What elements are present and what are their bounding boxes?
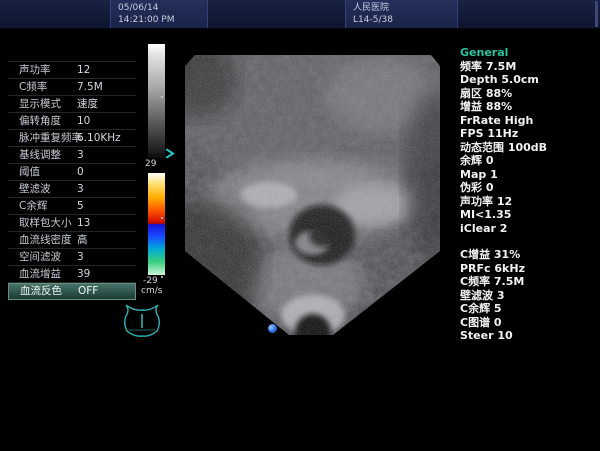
grayscale-bar	[148, 44, 165, 158]
param-row-steer-angle[interactable]: 偏转角度 10	[8, 113, 136, 130]
param-row-acoustic-power[interactable]: 声功率 12	[8, 61, 136, 79]
setting-frame-rate: FrRate High	[460, 114, 598, 128]
param-label: C频率	[19, 79, 47, 95]
param-value: 13	[77, 215, 90, 231]
param-row-display-mode[interactable]: 显示模式 速度	[8, 96, 136, 113]
param-label: 空间滤波	[19, 249, 61, 265]
topbar-endcap	[595, 1, 598, 27]
setting-c-map: C图谱 0	[460, 316, 598, 330]
setting-mi: MI<1.35	[460, 208, 598, 222]
probe-model: L14-5/38	[353, 14, 457, 26]
settings-gap	[460, 235, 598, 248]
param-value: OFF	[78, 284, 98, 299]
param-value: 7.5M	[77, 79, 103, 95]
setting-c-gain: C增益 31%	[460, 248, 598, 262]
hospital-name: 人民医院	[353, 2, 457, 14]
thumbnail-strip: ❮ × × × ×	[0, 370, 600, 436]
param-value: 10	[77, 113, 90, 129]
depth-tick	[161, 96, 163, 98]
ultrasound-app-screen: 05/06/14 14:21:00 PM 人民医院 L14-5/38 声功率 1…	[0, 0, 600, 451]
param-menu: 声功率 12 C频率 7.5M 显示模式 速度 偏转角度 10 脉冲重复频率 6…	[8, 61, 136, 300]
image-settings-panel: General 频率 7.5M Depth 5.0cm 扇区 88% 增益 88…	[460, 46, 598, 343]
param-label: 血流增益	[19, 266, 61, 282]
setting-fps: FPS 11Hz	[460, 127, 598, 141]
topbar: 05/06/14 14:21:00 PM 人民医院 L14-5/38	[0, 0, 600, 29]
param-row-threshold[interactable]: 阈值 0	[8, 164, 136, 181]
body-marker-icon	[119, 301, 165, 341]
setting-iclear: iClear 2	[460, 222, 598, 236]
param-value: 6.10KHz	[77, 130, 121, 146]
param-label: 脉冲重复频率	[19, 130, 82, 146]
param-row-packet-size[interactable]: 取样包大小 13	[8, 215, 136, 232]
param-value: 3	[77, 181, 84, 197]
param-row-prf[interactable]: 脉冲重复频率 6.10KHz	[8, 130, 136, 147]
param-value: 0	[77, 164, 84, 180]
param-label: 声功率	[19, 62, 51, 78]
color-doppler-scale-bar	[148, 173, 165, 275]
param-row-c-persistence[interactable]: C余辉 5	[8, 198, 136, 215]
setting-gain: 增益 88%	[460, 100, 598, 114]
setting-acoustic-power: 声功率 12	[460, 195, 598, 209]
param-row-line-density[interactable]: 血流线密度 高	[8, 232, 136, 249]
param-label: 取样包大小	[19, 215, 72, 231]
param-value: 5	[77, 198, 84, 214]
param-label: 血流反色	[20, 284, 62, 299]
param-row-wall-filter[interactable]: 壁滤波 3	[8, 181, 136, 198]
setting-sector: 扇区 88%	[460, 87, 598, 101]
setting-frequency: 频率 7.5M	[460, 60, 598, 74]
depth-tick	[161, 276, 163, 278]
velocity-scale-unit: cm/s	[141, 286, 162, 296]
depth-tick	[161, 217, 163, 219]
velocity-scale-min: -29	[143, 276, 158, 286]
param-label: 显示模式	[19, 96, 61, 112]
setting-c-persistence: C余辉 5	[460, 302, 598, 316]
param-value: 12	[77, 62, 90, 78]
datetime-segment: 05/06/14 14:21:00 PM	[110, 0, 208, 28]
setting-prfc: PRFc 6kHz	[460, 262, 598, 276]
focus-marker-dot	[268, 324, 277, 333]
param-row-flow-invert-selected[interactable]: 血流反色 OFF	[8, 283, 136, 300]
date-text: 05/06/14	[118, 2, 207, 14]
param-label: 阈值	[19, 164, 40, 180]
param-label: 偏转角度	[19, 113, 61, 129]
param-value: 高	[77, 232, 88, 248]
param-value: 39	[77, 266, 90, 282]
time-text: 14:21:00 PM	[118, 14, 207, 26]
param-label: C余辉	[19, 198, 47, 214]
param-label: 壁滤波	[19, 181, 51, 197]
param-label: 血流线密度	[19, 232, 72, 248]
param-value: 3	[77, 249, 84, 265]
param-value: 3	[77, 147, 84, 163]
param-row-c-frequency[interactable]: C频率 7.5M	[8, 79, 136, 96]
setting-persistence: 余辉 0	[460, 154, 598, 168]
settings-header: General	[460, 46, 598, 60]
param-row-flow-gain[interactable]: 血流增益 39	[8, 266, 136, 283]
setting-steer: Steer 10	[460, 329, 598, 343]
setting-dynamic-range: 动态范围 100dB	[460, 141, 598, 155]
setting-wall-filter: 壁滤波 3	[460, 289, 598, 303]
setting-map: Map 1	[460, 168, 598, 182]
setting-depth: Depth 5.0cm	[460, 73, 598, 87]
ultrasound-image	[185, 55, 440, 337]
param-label: 基线调整	[19, 147, 61, 163]
setting-pseudo-color: 伪彩 0	[460, 181, 598, 195]
focus-arrow-icon	[164, 148, 176, 159]
hospital-segment: 人民医院 L14-5/38	[345, 0, 458, 28]
setting-c-frequency: C频率 7.5M	[460, 275, 598, 289]
velocity-scale-max: 29	[145, 159, 156, 169]
param-row-baseline[interactable]: 基线调整 3	[8, 147, 136, 164]
param-value: 速度	[77, 96, 98, 112]
param-row-spatial-filter[interactable]: 空间滤波 3	[8, 249, 136, 266]
